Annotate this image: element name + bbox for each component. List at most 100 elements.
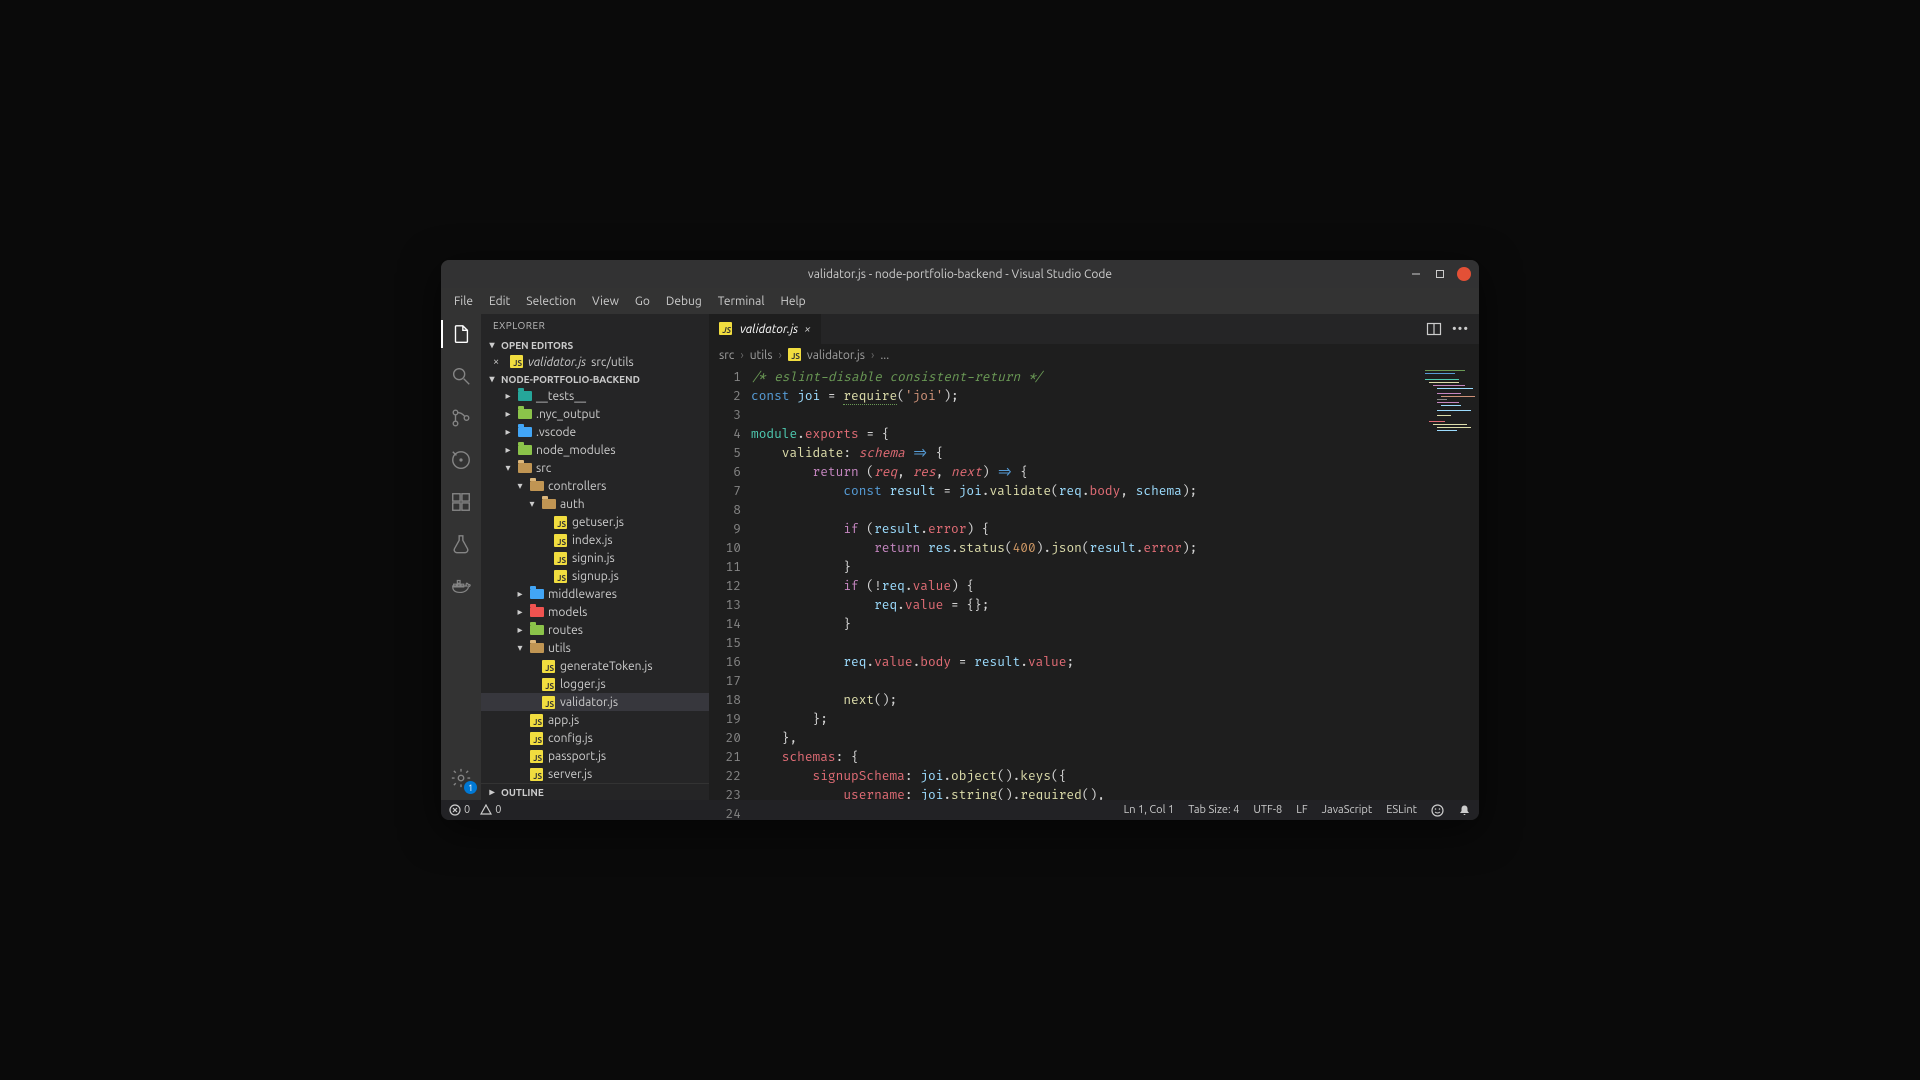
status-eol[interactable]: LF: [1296, 804, 1307, 816]
status-errors[interactable]: 0: [449, 804, 470, 816]
open-editor-item[interactable]: × JS validator.js src/utils: [481, 353, 709, 371]
tab-validator[interactable]: JS validator.js ×: [709, 314, 822, 344]
file-loggerjs[interactable]: JS logger.js: [481, 675, 709, 693]
maximize-button[interactable]: [1433, 267, 1447, 281]
activity-settings-icon[interactable]: 1: [447, 764, 475, 792]
folder-icon: [517, 427, 532, 437]
close-icon[interactable]: ×: [493, 356, 505, 368]
folder-nycoutput[interactable]: ▸ .nyc_output: [481, 405, 709, 423]
breadcrumbs[interactable]: src › utils › JS validator.js › ...: [709, 344, 1479, 366]
chevron-right-icon: ▸: [515, 588, 525, 600]
chevron-right-icon: ▸: [515, 624, 525, 636]
file-appjs[interactable]: JSapp.js: [481, 711, 709, 729]
menu-edit[interactable]: Edit: [482, 292, 517, 311]
tree-label: auth: [560, 498, 585, 511]
status-lang[interactable]: JavaScript: [1322, 804, 1373, 816]
open-editors-header[interactable]: ▾ OPEN EDITORS: [481, 337, 709, 353]
tree-label: .nyc_output: [536, 408, 600, 421]
menu-selection[interactable]: Selection: [519, 292, 583, 311]
chevron-right-icon: ›: [779, 349, 782, 362]
file-signinjs[interactable]: JSsignin.js: [481, 549, 709, 567]
status-eslint[interactable]: ESLint: [1386, 804, 1417, 816]
activity-extensions-icon[interactable]: [447, 488, 475, 516]
split-editor-icon[interactable]: [1426, 321, 1442, 337]
activity-test-icon[interactable]: [447, 530, 475, 558]
status-encoding[interactable]: UTF-8: [1253, 804, 1282, 816]
titlebar[interactable]: validator.js - node-portfolio-backend - …: [441, 260, 1479, 288]
folder-src[interactable]: ▾src: [481, 459, 709, 477]
status-cursor[interactable]: Ln 1, Col 1: [1124, 804, 1175, 816]
chevron-right-icon: ▸: [503, 426, 513, 438]
js-file-icon: JS: [541, 678, 556, 691]
menu-help[interactable]: Help: [773, 292, 812, 311]
folder-routes[interactable]: ▸routes: [481, 621, 709, 639]
file-generatetokenjs[interactable]: JSgenerateToken.js: [481, 657, 709, 675]
breadcrumb-part[interactable]: src: [719, 349, 734, 362]
status-tabsize[interactable]: Tab Size: 4: [1188, 804, 1239, 816]
folder-icon: [529, 607, 544, 617]
menu-file[interactable]: File: [447, 292, 480, 311]
menu-terminal[interactable]: Terminal: [711, 292, 772, 311]
tree-label: controllers: [548, 480, 606, 493]
js-file-icon: JS: [510, 355, 523, 369]
folder-controllers[interactable]: ▾controllers: [481, 477, 709, 495]
folder-vscode[interactable]: ▸.vscode: [481, 423, 709, 441]
more-icon[interactable]: •••: [1452, 322, 1469, 336]
tree-label: logger.js: [560, 678, 606, 691]
activity-debug-icon[interactable]: [447, 446, 475, 474]
folder-tests[interactable]: ▸__tests__: [481, 387, 709, 405]
folder-middlewares[interactable]: ▸middlewares: [481, 585, 709, 603]
folder-icon: [517, 445, 532, 455]
file-signupjs[interactable]: JSsignup.js: [481, 567, 709, 585]
minimap[interactable]: [1419, 366, 1479, 800]
tree-label: utils: [548, 642, 571, 655]
breadcrumb-part[interactable]: utils: [750, 349, 773, 362]
file-validatorjs[interactable]: JSvalidator.js: [481, 693, 709, 711]
code-content[interactable]: /* eslint-disable consistent-return */co…: [751, 366, 1419, 800]
chevron-right-icon: ›: [740, 349, 743, 362]
menu-go[interactable]: Go: [628, 292, 657, 311]
folder-nodemodules[interactable]: ▸node_modules: [481, 441, 709, 459]
js-file-icon: JS: [553, 516, 568, 529]
vscode-window: validator.js - node-portfolio-backend - …: [441, 260, 1479, 820]
status-bell-icon[interactable]: [1458, 804, 1471, 817]
open-editors-label: OPEN EDITORS: [501, 340, 573, 351]
breadcrumb-part[interactable]: ...: [880, 349, 889, 362]
js-file-icon: JS: [529, 750, 544, 763]
folder-icon: [529, 481, 544, 491]
open-editor-name: validator.js: [528, 356, 586, 369]
file-configjs[interactable]: JSconfig.js: [481, 729, 709, 747]
window-controls: [1409, 267, 1471, 281]
outline-header[interactable]: ▸ OUTLINE: [481, 783, 709, 800]
file-passportjs[interactable]: JS passport.js: [481, 747, 709, 765]
breadcrumb-part[interactable]: validator.js: [807, 349, 865, 362]
project-header[interactable]: ▾ NODE-PORTFOLIO-BACKEND: [481, 371, 709, 387]
close-button[interactable]: [1457, 267, 1471, 281]
tree-label: generateToken.js: [560, 660, 653, 673]
folder-auth[interactable]: ▾auth: [481, 495, 709, 513]
activity-docker-icon[interactable]: [447, 572, 475, 600]
minimize-button[interactable]: [1409, 267, 1423, 281]
tree-label: src: [536, 462, 551, 475]
file-getuserjs[interactable]: JSgetuser.js: [481, 513, 709, 531]
menu-debug[interactable]: Debug: [659, 292, 709, 311]
folder-models[interactable]: ▸models: [481, 603, 709, 621]
activity-scm-icon[interactable]: [447, 404, 475, 432]
file-indexjs[interactable]: JSindex.js: [481, 531, 709, 549]
status-warnings[interactable]: 0: [480, 804, 501, 816]
folder-utils[interactable]: ▾utils: [481, 639, 709, 657]
close-icon[interactable]: ×: [804, 323, 811, 336]
menu-view[interactable]: View: [585, 292, 626, 311]
chevron-right-icon: ›: [871, 349, 874, 362]
activity-search-icon[interactable]: [447, 362, 475, 390]
outline-label: OUTLINE: [501, 787, 544, 798]
folder-icon: [517, 463, 532, 473]
js-file-icon: JS: [541, 696, 556, 709]
chevron-right-icon: ▸: [503, 408, 513, 420]
js-file-icon: JS: [788, 348, 801, 362]
file-serverjs[interactable]: JSserver.js: [481, 765, 709, 783]
status-feedback-icon[interactable]: [1431, 804, 1444, 817]
activity-explorer-icon[interactable]: [447, 320, 475, 348]
tree-label: passport.js: [548, 750, 606, 763]
code-area[interactable]: 123456789101112131415161718192021222324 …: [709, 366, 1479, 800]
